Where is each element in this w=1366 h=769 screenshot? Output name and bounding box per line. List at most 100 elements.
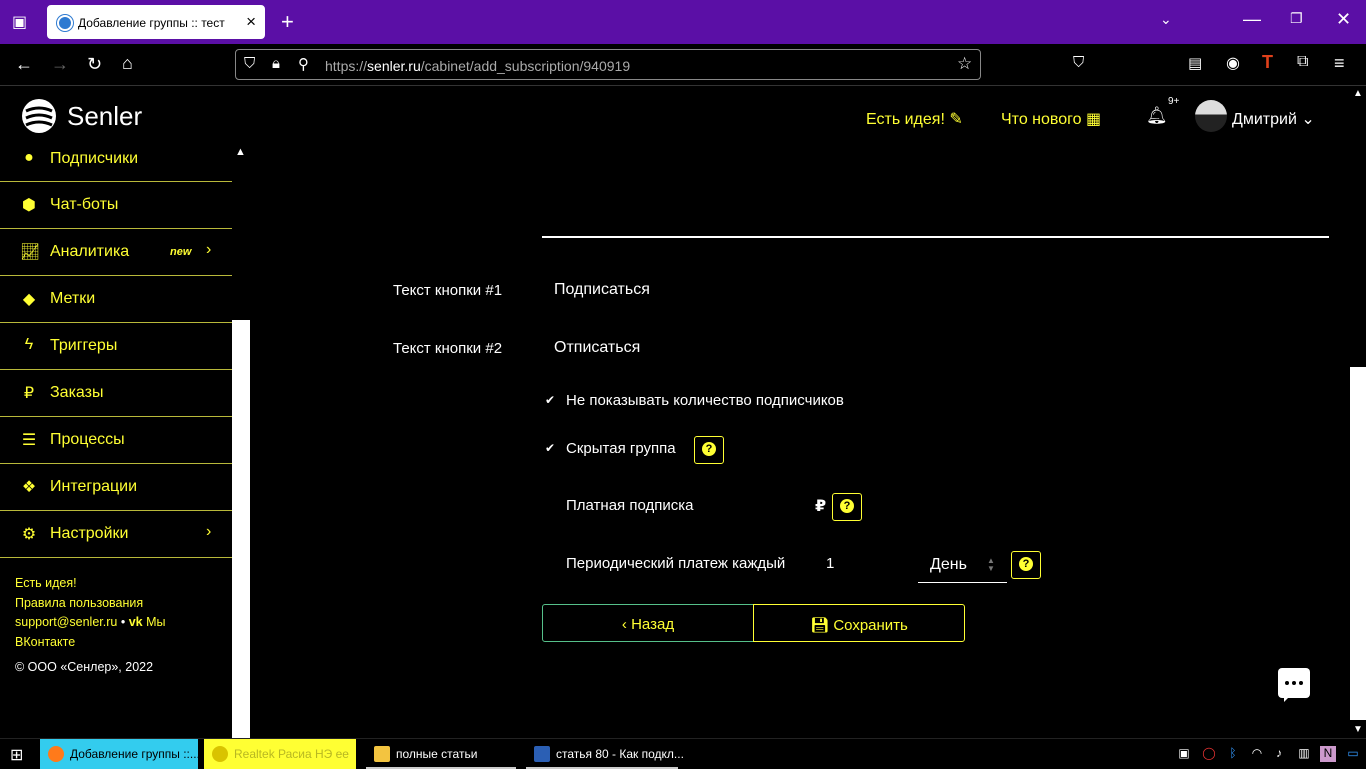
sidebar-item-label: Триггеры	[50, 337, 118, 354]
footer-vk-link[interactable]: Мы	[146, 615, 165, 629]
period-unit-select[interactable]: День ▲ ▼	[918, 549, 1007, 583]
restore-icon[interactable]: ❐	[1290, 10, 1303, 27]
user-menu[interactable]: Дмитрий ⌄	[1232, 109, 1315, 129]
sidebar-item-label: Заказы	[50, 384, 104, 401]
hide-count-label[interactable]: Не показывать количество подписчиков	[566, 392, 844, 409]
tag-icon: ◆	[22, 291, 36, 308]
volume-icon[interactable]: ♪	[1271, 746, 1287, 762]
notification-count: 9+	[1168, 96, 1180, 107]
new-tab-icon[interactable]: +	[281, 9, 294, 35]
taskbar-item-word[interactable]: статья 80 - Как подкл...	[526, 739, 684, 769]
pocket-icon[interactable]: ⛉	[1073, 54, 1084, 71]
extensions-icon[interactable]: ⧉	[1297, 53, 1308, 71]
browser-nav-bar: ← → ↻ ⌂ ⛉ 🔒︎ ⚲ https://senler.ru/cabinet…	[0, 44, 1366, 86]
hidden-group-help-button[interactable]: ?	[694, 436, 724, 464]
windows-start-icon[interactable]: ⊞	[10, 745, 23, 765]
chat-dot	[1285, 681, 1289, 685]
url-bar[interactable]: ⛉ 🔒︎ ⚲ https://senler.ru/cabinet/add_sub…	[235, 49, 981, 80]
back-icon[interactable]: ←	[15, 54, 33, 75]
footer-rules-link[interactable]: Правила пользования	[15, 594, 215, 614]
account-icon[interactable]: ◉	[1226, 53, 1240, 73]
tab-favicon-icon	[57, 15, 73, 31]
tray-opera-icon[interactable]: ◯	[1201, 746, 1217, 762]
senler-logo-icon[interactable]	[20, 97, 58, 135]
sidebar-item-settings[interactable]: ⚙ Настройки ›	[0, 511, 232, 558]
bookmark-star-icon[interactable]: ☆	[957, 54, 972, 74]
reload-icon[interactable]: ↻	[87, 54, 102, 75]
paid-help-button[interactable]: ?	[832, 493, 862, 521]
hidden-group-checkbox[interactable]: ✔	[545, 441, 555, 455]
question-icon: ?	[840, 499, 854, 513]
sidebar-item-label: Настройки	[50, 525, 129, 542]
save-button[interactable]: 💾︎ Сохранить	[753, 604, 965, 642]
network-icon[interactable]: ◠	[1249, 746, 1265, 762]
avatar[interactable]	[1195, 100, 1227, 132]
permissions-icon[interactable]: ⚲	[298, 55, 309, 73]
close-window-icon[interactable]: ✕	[1336, 9, 1351, 30]
taskbar-item-folder[interactable]: полные статьи	[366, 739, 516, 769]
translate-extension-icon[interactable]: T	[1262, 52, 1273, 73]
whats-new-link[interactable]: Что нового ▦	[1001, 109, 1101, 129]
bolt-icon: ϟ	[24, 336, 34, 353]
browser-tab-active[interactable]: Добавление группы :: тест ×	[47, 5, 265, 39]
sidebar-item-tags[interactable]: ◆ Метки	[0, 276, 232, 323]
chat-widget-button[interactable]	[1278, 668, 1310, 702]
button1-input[interactable]: Подписаться	[554, 281, 650, 299]
tab-title: Добавление группы :: тест	[78, 16, 225, 30]
sidebar-item-label: Аналитика	[50, 243, 130, 260]
periodic-count-input[interactable]: 1	[826, 555, 834, 572]
sidebar-item-processes[interactable]: ☰ Процессы	[0, 417, 232, 464]
chevron-right-icon: ›	[206, 241, 212, 258]
tab-overview-icon[interactable]: ▣	[12, 12, 27, 32]
scroll-down-icon[interactable]: ▼	[1353, 724, 1363, 735]
tray-tool-icon[interactable]: ▥	[1296, 746, 1312, 762]
sidebar-item-analytics[interactable]: 📈︎ Аналитика new ›	[0, 229, 232, 276]
tray-n-icon[interactable]: N	[1320, 746, 1336, 762]
hide-count-checkbox[interactable]: ✔	[545, 393, 555, 407]
scroll-up-icon[interactable]: ▲	[235, 146, 246, 158]
idea-link[interactable]: Есть идея! ✎	[866, 109, 963, 129]
notifications-tray-icon[interactable]: ▭	[1345, 746, 1361, 762]
scroll-up-icon[interactable]: ▲	[1353, 88, 1363, 99]
sidebar-item-integrations[interactable]: ❖ Интеграции	[0, 464, 232, 511]
android-icon: ⬢	[22, 197, 36, 214]
url-text[interactable]: https://senler.ru/cabinet/add_subscripti…	[325, 58, 630, 74]
sidebar-item-triggers[interactable]: ϟ Триггеры	[0, 323, 232, 370]
chevron-left-icon: ‹	[621, 616, 627, 633]
lock-icon[interactable]: 🔒︎	[272, 55, 280, 72]
sidebar-item-chatbots[interactable]: ⬢ Чат-боты	[0, 182, 232, 229]
forward-icon[interactable]: →	[51, 54, 69, 75]
taskbar-item-firefox[interactable]: Добавление группы ::...	[40, 739, 200, 769]
taskbar-label: статья 80 - Как подкл...	[556, 747, 684, 761]
sidebar-item-label: Чат-боты	[50, 196, 119, 213]
question-icon: ?	[1019, 557, 1033, 571]
footer-support-email[interactable]: support@senler.ru	[15, 615, 117, 629]
logo-text[interactable]: Senler	[67, 101, 142, 132]
periodic-help-button[interactable]: ?	[1011, 551, 1041, 579]
shield-icon[interactable]: ⛉	[244, 55, 255, 72]
footer-idea-link[interactable]: Есть идея!	[15, 574, 215, 594]
main-scroll-thumb[interactable]	[1350, 367, 1366, 720]
bell-icon[interactable]: 🔔︎	[1146, 106, 1168, 126]
reader-view-icon[interactable]: ▤	[1188, 54, 1202, 72]
button2-input[interactable]: Отписаться	[554, 339, 640, 357]
tab-list-icon[interactable]: ⌄	[1160, 11, 1172, 28]
chevron-right-icon: ›	[206, 523, 212, 540]
home-icon[interactable]: ⌂	[122, 53, 133, 74]
minimize-icon[interactable]: —	[1243, 9, 1261, 30]
hidden-group-label[interactable]: Скрытая группа	[566, 440, 676, 457]
sidebar-item-subscribers[interactable]: ● Подписчики	[0, 136, 232, 182]
footer-vk-link-cont[interactable]: ВКонтакте	[15, 633, 215, 653]
paid-subscription-label: Платная подписка	[566, 497, 694, 514]
new-badge: new	[170, 246, 192, 258]
sidebar-item-orders[interactable]: ₽ Заказы	[0, 370, 232, 417]
bluetooth-icon[interactable]: ᛒ	[1225, 746, 1241, 762]
close-tab-icon[interactable]: ×	[246, 12, 256, 32]
menu-icon[interactable]: ≡	[1334, 53, 1345, 74]
taskbar-item-media[interactable]: Realtek Расиа НЭ ее	[204, 739, 356, 769]
sidebar-item-label: Подписчики	[50, 150, 139, 167]
select-arrows-icon: ▲ ▼	[987, 556, 995, 573]
back-button[interactable]: ‹ Назад	[542, 604, 754, 642]
tray-app-icon[interactable]: ▣	[1176, 746, 1192, 762]
sidebar-scroll-thumb[interactable]	[232, 320, 250, 739]
